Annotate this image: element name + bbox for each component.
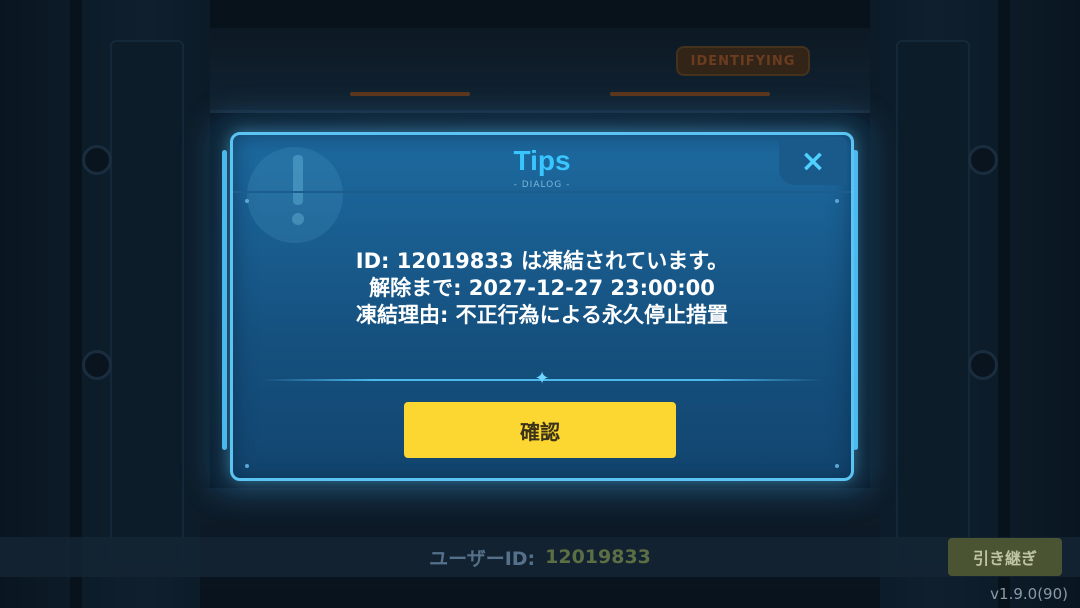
corner-dot: [245, 199, 249, 203]
corner-dot: [245, 464, 249, 468]
corner-dot: [835, 199, 839, 203]
dialog-subtitle: - DIALOG -: [513, 180, 571, 190]
dialog-header: Tips - DIALOG - ×: [233, 135, 851, 193]
freeze-message: ID: 12019833 は凍結されています。 解除まで: 2027-12-27…: [233, 248, 851, 329]
close-icon: ×: [800, 143, 826, 179]
user-id-label: ユーザーID:: [429, 547, 536, 570]
message-line-unfreeze-time: 解除まで: 2027-12-27 23:00:00: [369, 276, 715, 300]
message-line-reason: 凍結理由: 不正行為による永久停止措置: [355, 303, 729, 327]
dialog-title: Tips: [513, 145, 571, 176]
close-button[interactable]: ×: [779, 137, 847, 185]
dialog-left-rail: [222, 150, 227, 450]
confirm-button[interactable]: 確認: [404, 402, 676, 458]
user-id-value: 12019833: [545, 546, 651, 568]
user-id-bar: ユーザーID: 12019833: [0, 537, 1080, 577]
tips-dialog: Tips - DIALOG - × ID: 12019833 は凍結されています…: [230, 132, 854, 481]
version-label: v1.9.0(90): [990, 585, 1068, 603]
handover-button[interactable]: 引き継ぎ: [948, 538, 1062, 576]
message-line-id: ID: 12019833 は凍結されています。: [355, 249, 729, 273]
sparkle-icon: ✦: [534, 368, 550, 389]
exclamation-dot: [292, 213, 304, 225]
corner-dot: [835, 464, 839, 468]
